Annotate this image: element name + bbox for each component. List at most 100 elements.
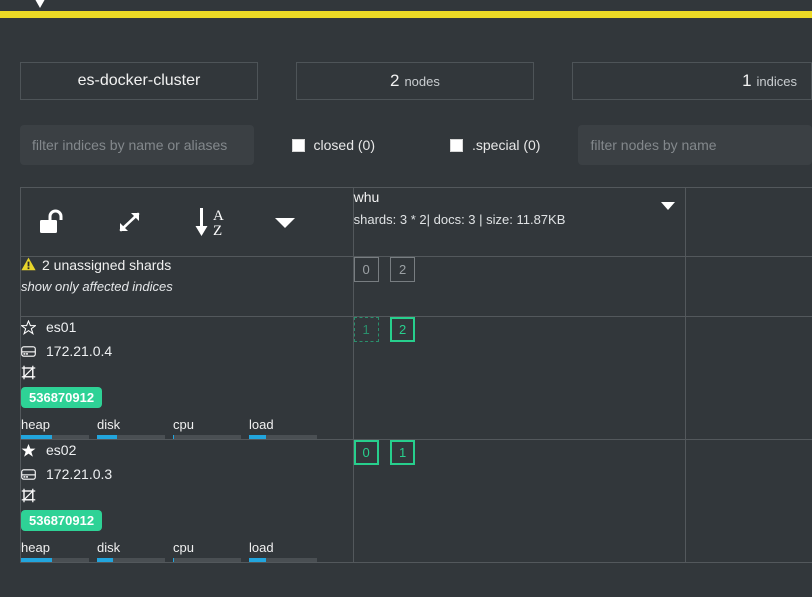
- metric-label: heap: [21, 417, 50, 432]
- metric-load: load: [249, 417, 323, 439]
- metric-fill: [173, 558, 175, 562]
- metric-disk: disk: [97, 417, 171, 439]
- node-metrics: heap disk cpu load: [21, 540, 353, 562]
- shard-box[interactable]: 0: [353, 440, 379, 465]
- node-info-cell-es02: es02 172.21.0.3 536870912 heap disk cpu …: [20, 439, 354, 563]
- metric-fill: [249, 435, 266, 439]
- node-name: es01: [46, 319, 77, 335]
- node-metrics: heap disk cpu load: [21, 417, 353, 439]
- metric-heap: heap: [21, 417, 95, 439]
- metric-fill: [249, 558, 266, 562]
- cerebro-overview-page: es-docker-cluster 2 nodes 1 indices clos…: [0, 0, 812, 597]
- svg-text:A: A: [213, 208, 224, 224]
- data-node-icon: [21, 365, 41, 380]
- grid-toolbar: A Z: [21, 188, 353, 256]
- metric-fill: [21, 558, 52, 562]
- closed-filter-label: closed (0): [313, 137, 375, 153]
- node-name: es02: [46, 442, 77, 458]
- data-node-icon: [21, 488, 41, 503]
- shard-box[interactable]: 0: [353, 257, 379, 282]
- node-name-line: es02: [21, 440, 353, 461]
- unassigned-shards-cell: 0 2: [352, 256, 687, 317]
- metric-label: disk: [97, 417, 121, 432]
- shard-box[interactable]: 1: [390, 440, 416, 465]
- shard-box[interactable]: 2: [390, 257, 416, 282]
- node-role-line: [21, 488, 353, 503]
- unlock-icon[interactable]: [37, 208, 115, 236]
- shard-box[interactable]: 2: [390, 317, 416, 342]
- metric-label: cpu: [173, 540, 194, 555]
- index-meta: shards: 3 * 2| docs: 3 | size: 11.87KB: [353, 212, 566, 227]
- metric-cpu: cpu: [173, 417, 247, 439]
- index-name: whu: [353, 189, 380, 205]
- nodes-count-box[interactable]: 2 nodes: [295, 62, 534, 100]
- node-row: es02 172.21.0.3 536870912 heap disk cpu …: [20, 439, 812, 563]
- indices-filter-input[interactable]: [20, 125, 254, 165]
- closed-checkbox[interactable]: [291, 138, 305, 152]
- node-name-line: es01: [21, 317, 353, 338]
- special-filter-toggle[interactable]: .special (0): [450, 137, 540, 153]
- indices-count-value: 1: [742, 71, 752, 90]
- unassigned-shards-count-label: 2 unassigned shards: [42, 257, 172, 273]
- chevron-down-logo-icon: [23, 0, 57, 8]
- show-affected-indices-link[interactable]: show only affected indices: [21, 279, 173, 294]
- metric-fill: [97, 435, 118, 439]
- metric-load: load: [249, 540, 323, 562]
- closed-filter-toggle[interactable]: closed (0): [291, 137, 375, 153]
- metric-label: heap: [21, 540, 50, 555]
- special-checkbox[interactable]: [450, 138, 463, 152]
- indices-count-box[interactable]: 1 indices: [571, 62, 812, 100]
- node-host: 172.21.0.3: [46, 466, 113, 482]
- unassigned-info-cell: 2 unassigned shards show only affected i…: [20, 256, 354, 317]
- indices-count-label: indices: [756, 73, 798, 89]
- metric-label: load: [249, 540, 274, 555]
- nodes-filter-input[interactable]: [578, 125, 812, 165]
- node-row: es01 172.21.0.4 536870912 heap disk cpu …: [20, 316, 812, 440]
- svg-text:Z: Z: [213, 223, 222, 239]
- metric-track: [97, 558, 165, 562]
- nodes-count-value: 2: [389, 71, 400, 90]
- metric-label: cpu: [173, 417, 194, 432]
- unassigned-title-line: 2 unassigned shards: [21, 257, 353, 273]
- unassigned-shards-row: 2 unassigned shards show only affected i…: [20, 256, 812, 317]
- metric-cpu: cpu: [173, 540, 247, 562]
- metric-track: [249, 558, 317, 562]
- index-header-cell-whu[interactable]: whu shards: 3 * 2| docs: 3 | size: 11.87…: [352, 187, 687, 257]
- metric-track: [249, 435, 317, 439]
- special-filter-label: .special (0): [472, 137, 541, 153]
- star-filled-icon: [21, 443, 41, 458]
- grid-toolbar-cell: A Z: [20, 187, 354, 257]
- node-host-line: 172.21.0.4: [21, 341, 353, 362]
- expand-arrows-icon[interactable]: [115, 208, 193, 236]
- shard-box[interactable]: 1: [353, 317, 379, 342]
- hdd-icon: [21, 345, 41, 358]
- node-shards-cell-es01: 1 2: [352, 316, 687, 440]
- node-memory-badge: 536870912: [21, 387, 103, 408]
- cluster-grid: A Z whu shards: 3 * 2| docs: 3 | size: 1…: [20, 187, 812, 563]
- node-shards-cell-es02: 0 1: [352, 439, 687, 563]
- cluster-stats-row: es-docker-cluster 2 nodes 1 indices: [0, 62, 812, 100]
- filters-row: closed (0) .special (0): [0, 125, 812, 165]
- nodes-count-label: nodes: [404, 73, 440, 89]
- accent-bar: [0, 11, 812, 18]
- hdd-icon: [21, 468, 41, 481]
- node-role-line: [21, 365, 353, 380]
- node-blank-cell: [685, 316, 812, 440]
- node-host: 172.21.0.4: [46, 343, 113, 359]
- node-blank-cell: [685, 439, 812, 563]
- node-info-cell-es01: es01 172.21.0.4 536870912 heap disk cpu …: [20, 316, 354, 440]
- metric-label: load: [249, 417, 274, 432]
- sort-alpha-az-icon[interactable]: A Z: [193, 205, 271, 239]
- metric-disk: disk: [97, 540, 171, 562]
- cluster-name-box[interactable]: es-docker-cluster: [20, 62, 258, 100]
- node-host-line: 172.21.0.3: [21, 464, 353, 485]
- index-menu-chevron-down-icon[interactable]: [661, 202, 676, 210]
- metric-label: disk: [97, 540, 121, 555]
- unassigned-blank-cell: [685, 256, 812, 317]
- metric-fill: [21, 435, 52, 439]
- chevron-down-icon[interactable]: [271, 212, 349, 232]
- warning-triangle-icon: [21, 257, 36, 273]
- node-memory-badge: 536870912: [21, 510, 103, 531]
- metric-heap: heap: [21, 540, 95, 562]
- metric-track: [97, 435, 165, 439]
